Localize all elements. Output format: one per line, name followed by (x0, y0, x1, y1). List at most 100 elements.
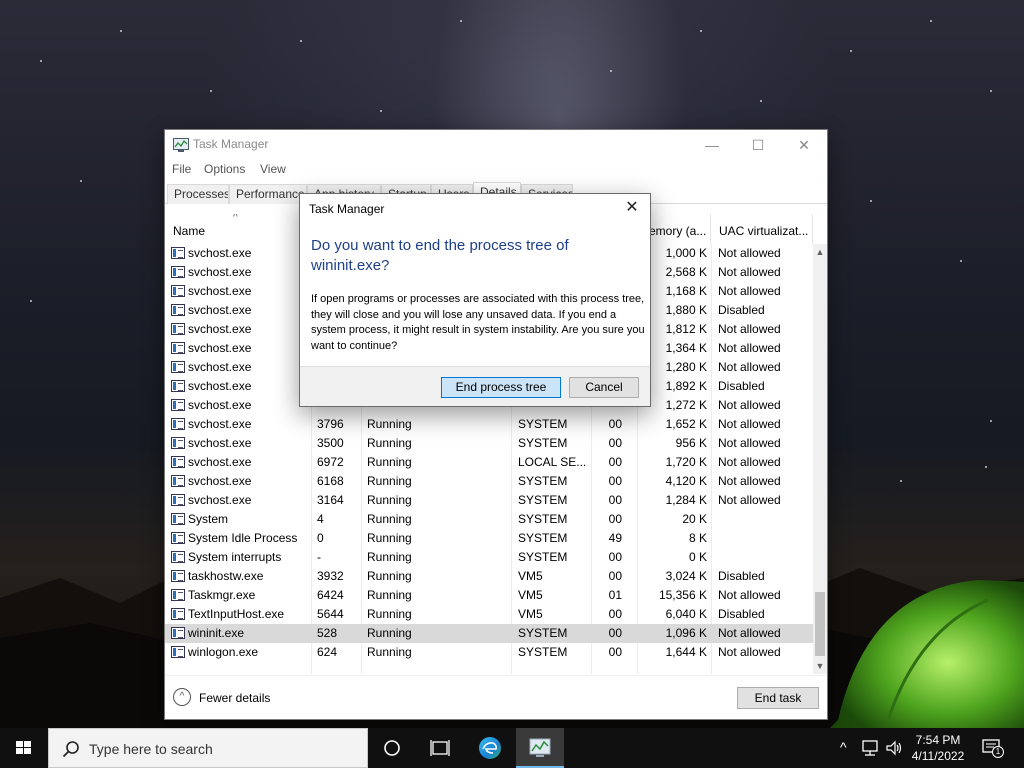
star (40, 60, 42, 62)
cell-name: svchost.exe (188, 360, 252, 374)
cell-pid: 6972 (317, 455, 344, 469)
show-hidden-icons-chevron[interactable]: ^ (840, 739, 847, 755)
task-manager-taskbar-button[interactable] (516, 728, 564, 768)
cell-status: Running (367, 588, 412, 602)
cortana-button[interactable] (368, 728, 416, 768)
table-row[interactable]: winlogon.exe 624 Running SYSTEM 00 1,644 K Not… (165, 643, 813, 662)
table-row[interactable]: System 4 Running SYSTEM 00 20 K (165, 510, 813, 529)
chevron-up-icon[interactable]: ^ (173, 688, 191, 706)
cell-pid: 5644 (317, 607, 344, 621)
action-center-button[interactable]: 1 (980, 738, 1004, 758)
table-row[interactable]: TextInputHost.exe 5644 Running VM5 00 6,040 K… (165, 605, 813, 624)
cell-cpu: 49 (608, 531, 622, 545)
table-row[interactable]: Taskmgr.exe 6424 Running VM5 01 15,356 K Not a… (165, 586, 813, 605)
scroll-up-icon[interactable]: ▲ (813, 244, 827, 260)
process-icon (171, 380, 185, 392)
task-view-button[interactable] (416, 728, 464, 768)
scroll-down-icon[interactable]: ▼ (813, 658, 827, 674)
star (960, 260, 962, 262)
cell-pid: 3164 (317, 493, 344, 507)
dialog-heading: Do you want to end the process tree of w… (311, 237, 569, 274)
menu-view[interactable]: View (260, 162, 286, 176)
cell-name: svchost.exe (188, 455, 252, 469)
table-row[interactable]: svchost.exe 3164 Running SYSTEM 00 1,284 K Not… (165, 491, 813, 510)
process-icon (171, 494, 185, 506)
cell-user: SYSTEM (518, 417, 568, 431)
title-bar[interactable]: Task Manager — ☐ ✕ (165, 130, 827, 160)
table-row[interactable]: System interrupts - Running SYSTEM 00 0 K (165, 548, 813, 567)
cell-name: System (188, 512, 229, 526)
edge-browser-button[interactable] (466, 728, 514, 768)
cell-cpu: 00 (608, 607, 622, 621)
process-icon (171, 418, 185, 430)
cell-cpu: 00 (608, 455, 622, 469)
taskbar: Type here to search ^ 7:54 PM 4/11/2022 … (0, 728, 1024, 768)
cell-uac: Not allowed (718, 417, 781, 431)
cell-uac: Not allowed (718, 436, 781, 450)
cortana-circle-icon (384, 740, 400, 756)
table-row[interactable]: svchost.exe 6972 Running LOCAL SE... 00 1,720… (165, 453, 813, 472)
volume-icon[interactable] (884, 739, 904, 757)
cell-memory: 0 K (688, 550, 707, 564)
table-row[interactable]: wininit.exe 528 Running SYSTEM 00 1,096 K Not … (165, 624, 813, 643)
cell-cpu: 00 (608, 474, 622, 488)
menu-file[interactable]: File (172, 162, 191, 176)
cell-uac: Not allowed (718, 322, 781, 336)
star (460, 20, 462, 22)
cell-uac: Not allowed (718, 626, 781, 640)
process-icon (171, 608, 185, 620)
fewer-details-link[interactable]: Fewer details (199, 691, 270, 705)
cell-status: Running (367, 550, 412, 564)
search-icon (62, 741, 79, 758)
table-row[interactable]: svchost.exe 3796 Running SYSTEM 00 1,652 K Not… (165, 415, 813, 434)
process-icon (171, 304, 185, 316)
process-icon (171, 266, 185, 278)
system-clock[interactable]: 7:54 PM 4/11/2022 (906, 732, 970, 764)
table-row[interactable]: System Idle Process 0 Running SYSTEM 49 8 K (165, 529, 813, 548)
cell-uac: Disabled (718, 379, 765, 393)
process-icon (171, 361, 185, 373)
cell-name: svchost.exe (188, 398, 252, 412)
table-row[interactable]: svchost.exe 6168 Running SYSTEM 00 4,120 K Not… (165, 472, 813, 491)
cell-memory: 4,120 K (665, 474, 707, 488)
cell-user: SYSTEM (518, 531, 568, 545)
end-task-button[interactable]: End task (737, 687, 819, 709)
cancel-button[interactable]: Cancel (569, 377, 639, 398)
tab-processes[interactable]: Processes (167, 184, 229, 204)
column-header-uac[interactable]: UAC virtualizat... (711, 214, 813, 244)
network-icon[interactable] (860, 739, 880, 757)
cell-user: SYSTEM (518, 550, 568, 564)
cell-status: Running (367, 569, 412, 583)
search-box[interactable]: Type here to search (48, 728, 368, 768)
table-row[interactable]: taskhostw.exe 3932 Running VM5 00 3,024 K Disa… (165, 567, 813, 586)
star (210, 90, 212, 92)
menu-options[interactable]: Options (204, 162, 245, 176)
table-row[interactable]: svchost.exe 3500 Running SYSTEM 00 956 K Not a… (165, 434, 813, 453)
cell-uac: Not allowed (718, 474, 781, 488)
cell-user: LOCAL SE... (518, 455, 587, 469)
cell-uac: Not allowed (718, 265, 781, 279)
minimize-button[interactable]: — (689, 130, 735, 160)
cell-memory: 6,040 K (665, 607, 707, 621)
close-button[interactable]: ✕ (781, 130, 827, 160)
process-icon (171, 627, 185, 639)
cell-pid: 528 (317, 626, 338, 640)
dialog-close-icon[interactable]: ✕ (618, 197, 646, 219)
vertical-scrollbar[interactable]: ▲ ▼ (813, 244, 827, 674)
maximize-button[interactable]: ☐ (735, 130, 781, 160)
dialog-title: Task Manager (309, 202, 385, 216)
cell-uac: Not allowed (718, 398, 781, 412)
star (850, 50, 852, 52)
end-process-tree-button[interactable]: End process tree (441, 377, 561, 398)
scroll-thumb[interactable] (815, 592, 825, 656)
cell-uac: Disabled (718, 607, 765, 621)
star (760, 100, 762, 102)
tab-performance[interactable]: Performance (229, 184, 307, 204)
task-manager-icon (529, 738, 551, 757)
column-header-name[interactable]: ^ Name (165, 214, 311, 244)
cell-pid: 3796 (317, 417, 344, 431)
cell-pid: 0 (317, 531, 324, 545)
process-icon (171, 399, 185, 411)
process-icon (171, 247, 185, 259)
start-button[interactable] (0, 728, 48, 768)
